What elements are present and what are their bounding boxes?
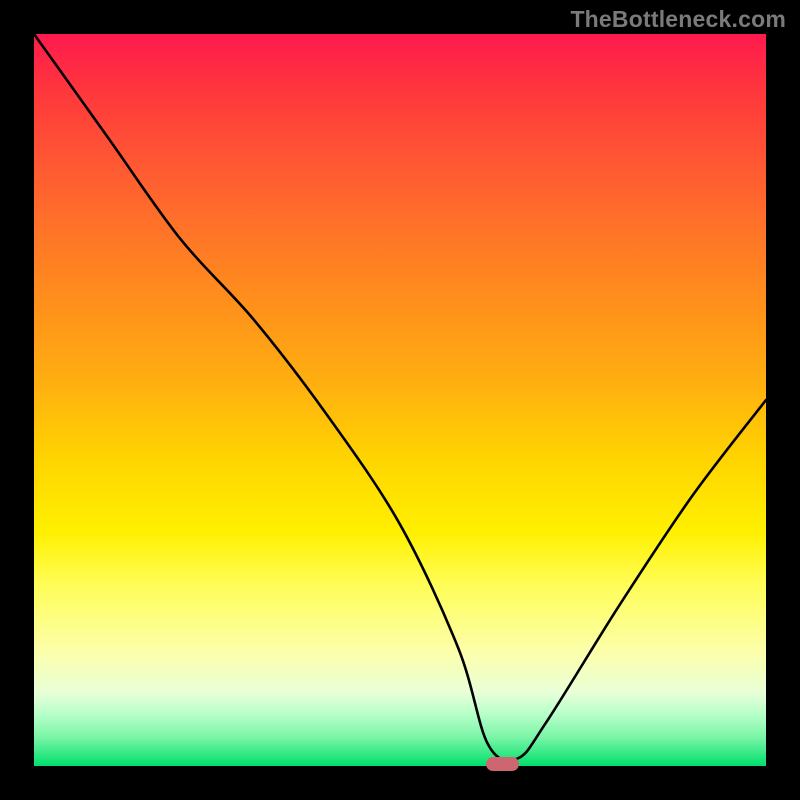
bottleneck-curve	[34, 34, 766, 766]
chart-frame: TheBottleneck.com	[0, 0, 800, 800]
watermark-text: TheBottleneck.com	[570, 6, 786, 33]
curve-path	[34, 34, 766, 761]
optimum-marker	[486, 757, 519, 771]
